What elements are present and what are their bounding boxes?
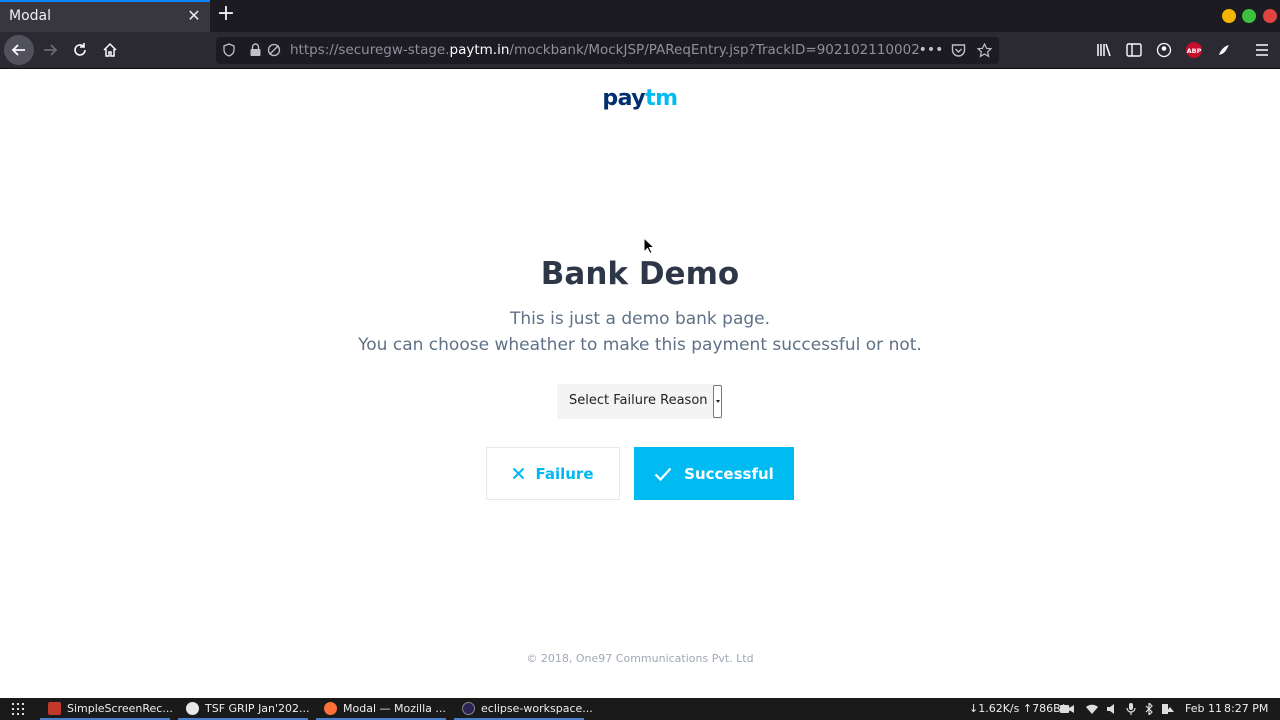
page-actions-icon[interactable]: ••• — [919, 42, 944, 58]
task-label: Modal — Mozilla ... — [343, 701, 446, 715]
subtitle-line-1: This is just a demo bank page. — [509, 309, 771, 329]
tab-title: Modal — [9, 8, 51, 24]
successful-button[interactable]: Successful — [634, 447, 794, 500]
task-label: TSF GRIP Jan'202... — [205, 701, 310, 715]
close-window-button[interactable] — [1263, 9, 1277, 23]
pocket-icon[interactable] — [950, 42, 966, 58]
volume-icon[interactable] — [1105, 702, 1119, 716]
back-arrow-icon — [11, 44, 25, 56]
taskbar-date: Feb 11 — [1185, 702, 1222, 715]
wifi-icon[interactable] — [1085, 702, 1099, 716]
microphone-icon[interactable] — [1124, 702, 1138, 716]
mouse-cursor-icon — [643, 237, 655, 255]
svg-text:ABP: ABP — [1187, 47, 1202, 55]
lock-icon[interactable] — [247, 42, 263, 58]
bookmark-star-icon[interactable] — [976, 42, 992, 58]
select-label: Select Failure Reason — [569, 393, 708, 408]
permissions-icon[interactable] — [266, 42, 282, 58]
browser-icon — [186, 701, 199, 715]
eclipse-icon — [462, 701, 475, 715]
home-icon — [103, 42, 117, 57]
firefox-icon — [324, 701, 337, 715]
copyright-footer: © 2018, One97 Communications Pvt. Ltd — [526, 652, 754, 665]
extension-icon[interactable] — [1215, 41, 1233, 59]
taskbar-time: 8:27 PM — [1224, 702, 1269, 715]
bluetooth-icon[interactable] — [1142, 702, 1156, 716]
app-grid-icon[interactable] — [11, 702, 25, 716]
account-icon[interactable] — [1155, 41, 1173, 59]
home-button[interactable] — [96, 36, 124, 64]
task-label: SimpleScreenRec... — [67, 701, 173, 715]
tray-expand-icon[interactable] — [1163, 702, 1177, 716]
forward-arrow-icon — [44, 44, 58, 56]
tab-close-icon[interactable]: ✕ — [186, 7, 202, 25]
navigation-toolbar: https://securegw-stage.paytm.in/mockbank… — [0, 32, 1280, 69]
logo-tm: tm — [645, 86, 678, 111]
tab-strip: Modal ✕ + — [0, 0, 1280, 32]
address-bar[interactable]: https://securegw-stage.paytm.in/mockbank… — [216, 37, 999, 64]
screenrecorder-icon — [48, 701, 61, 715]
taskbar-item-eclipse[interactable]: eclipse-workspace... — [454, 698, 593, 720]
os-taskbar: SimpleScreenRec... TSF GRIP Jan'202... M… — [0, 698, 1280, 720]
success-label: Successful — [684, 464, 774, 483]
camera-icon[interactable] — [1060, 702, 1074, 716]
reload-icon — [74, 43, 86, 56]
url-prefix: https://securegw-stage. — [290, 42, 450, 58]
new-tab-icon[interactable]: + — [216, 3, 236, 26]
forward-button[interactable] — [36, 36, 64, 64]
checkmark-icon — [654, 467, 672, 481]
adblock-icon[interactable]: ABP — [1185, 41, 1203, 59]
taskbar-item-firefox[interactable]: Modal — Mozilla ... — [316, 698, 446, 720]
failure-reason-select[interactable]: Select Failure Reason — [557, 384, 722, 419]
tracking-protection-icon[interactable] — [221, 42, 237, 58]
dropdown-arrow-icon — [713, 385, 722, 418]
page-title: Bank Demo — [540, 256, 740, 292]
network-speed: ↓1.62K/s ↑786B/s — [969, 702, 1071, 715]
url-host: paytm.in — [449, 42, 510, 58]
bank-demo-page: paytm Bank Demo This is just a demo bank… — [0, 70, 1280, 698]
subtitle-line-2: You can choose wheather to make this pay… — [358, 335, 922, 355]
url-path: /mockbank/MockJSP/PAReqEntry.jsp?TrackID… — [509, 42, 920, 58]
url-text[interactable]: https://securegw-stage.paytm.in/mockbank… — [290, 42, 920, 58]
menu-icon[interactable] — [1253, 41, 1271, 59]
paytm-logo: paytm — [0, 86, 1280, 111]
maximize-button[interactable] — [1242, 9, 1256, 23]
back-button[interactable] — [4, 35, 34, 65]
reload-button[interactable] — [66, 36, 94, 64]
close-x-icon — [513, 467, 525, 480]
tab-modal[interactable]: Modal ✕ — [0, 0, 210, 32]
failure-label: Failure — [535, 464, 594, 483]
minimize-button[interactable] — [1222, 9, 1236, 23]
failure-button[interactable]: Failure — [486, 447, 620, 500]
library-icon[interactable] — [1095, 41, 1113, 59]
sidebar-icon[interactable] — [1125, 41, 1143, 59]
task-label: eclipse-workspace... — [481, 701, 593, 715]
taskbar-item-tsf-grip[interactable]: TSF GRIP Jan'202... — [178, 698, 310, 720]
logo-pay: pay — [602, 86, 646, 111]
taskbar-item-screenrecorder[interactable]: SimpleScreenRec... — [40, 698, 173, 720]
